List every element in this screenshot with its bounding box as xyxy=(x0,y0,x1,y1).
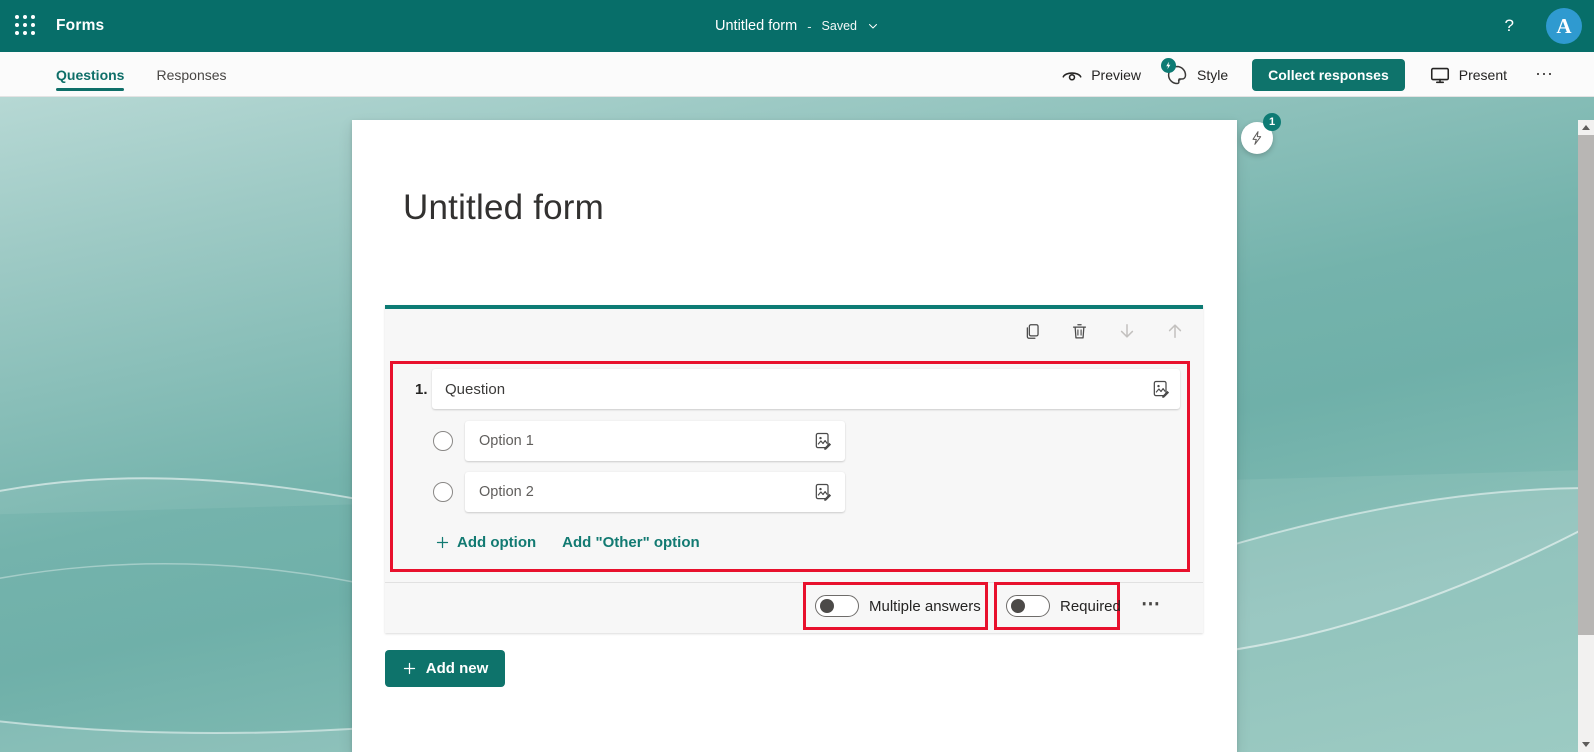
move-down-icon[interactable] xyxy=(1117,321,1137,341)
move-up-icon[interactable] xyxy=(1165,321,1185,341)
question-more-icon[interactable]: ⋯ xyxy=(1141,593,1161,616)
question-card: 1. Question Option 1 Option 2 Add option… xyxy=(385,305,1203,633)
lightning-icon xyxy=(1249,130,1265,146)
form-canvas: Untitled form 1. Question Option 1 Optio… xyxy=(352,120,1237,752)
form-title[interactable]: Untitled form xyxy=(403,188,604,228)
copy-question-icon[interactable] xyxy=(1023,322,1042,341)
option-1-input[interactable] xyxy=(465,421,845,461)
tab-responses[interactable]: Responses xyxy=(156,52,226,97)
question-number: 1. xyxy=(415,381,428,398)
notification-badge: 1 xyxy=(1263,113,1281,131)
plus-icon xyxy=(402,661,417,676)
style-button[interactable]: Style xyxy=(1161,57,1228,87)
chevron-down-icon[interactable] xyxy=(867,20,879,32)
document-title-group[interactable]: Untitled form - Saved xyxy=(0,0,1594,52)
add-other-option-button[interactable]: Add "Other" option xyxy=(562,534,700,551)
add-new-button[interactable]: Add new xyxy=(385,650,505,687)
insert-media-icon[interactable] xyxy=(813,431,833,451)
add-option-button[interactable]: Add option xyxy=(435,534,536,551)
eye-icon xyxy=(1061,64,1083,86)
option-1-radio[interactable] xyxy=(433,431,453,451)
delete-question-icon[interactable] xyxy=(1070,322,1089,341)
multiple-answers-label: Multiple answers xyxy=(869,597,981,615)
multiple-answers-toggle[interactable] xyxy=(815,595,859,617)
multiple-answers-annotation-box: Multiple answers xyxy=(803,582,988,630)
required-toggle[interactable] xyxy=(1006,595,1050,617)
question-title-input[interactable] xyxy=(432,369,1180,409)
preview-button[interactable]: Preview xyxy=(1061,64,1141,86)
option-2-radio[interactable] xyxy=(433,482,453,502)
collect-responses-button[interactable]: Collect responses xyxy=(1252,58,1405,91)
present-button[interactable]: Present xyxy=(1429,64,1507,86)
scroll-down-icon[interactable] xyxy=(1578,737,1594,752)
avatar[interactable]: A xyxy=(1546,8,1582,44)
monitor-icon xyxy=(1429,64,1451,86)
save-status: Saved xyxy=(821,19,857,33)
toolbar: Questions Responses Preview Style Collec… xyxy=(0,52,1594,97)
help-icon[interactable]: ? xyxy=(1499,16,1520,36)
tab-questions[interactable]: Questions xyxy=(56,52,125,97)
app-header: Forms Untitled form - Saved ? A xyxy=(0,0,1594,52)
scrollbar[interactable] xyxy=(1578,120,1594,752)
scroll-up-icon[interactable] xyxy=(1578,120,1594,135)
style-suggestion-badge xyxy=(1161,57,1177,73)
insert-media-icon[interactable] xyxy=(1151,379,1171,399)
toolbar-more-icon[interactable]: ⋯ xyxy=(1531,64,1558,85)
required-label: Required xyxy=(1060,597,1121,615)
document-title: Untitled form xyxy=(715,18,798,34)
option-2-input[interactable] xyxy=(465,472,845,512)
plus-icon xyxy=(435,535,450,550)
required-annotation-box: Required xyxy=(994,582,1121,630)
palette-icon xyxy=(1161,57,1189,87)
question-annotation-box: 1. Question Option 1 Option 2 Add option… xyxy=(390,361,1190,572)
title-separator: - xyxy=(807,18,812,34)
scrollbar-thumb[interactable] xyxy=(1578,135,1594,635)
insert-media-icon[interactable] xyxy=(813,482,833,502)
